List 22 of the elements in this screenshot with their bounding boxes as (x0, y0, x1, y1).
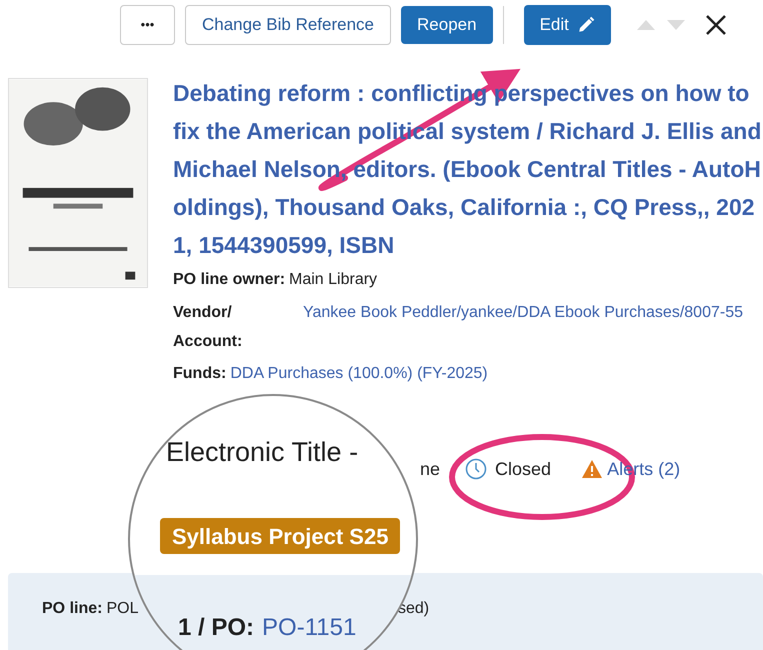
magnified-heading: Electronic Title - (166, 436, 358, 469)
field-value: Main Library (289, 270, 378, 290)
po-label: 1 / PO: (178, 613, 254, 643)
field-label: Funds: (173, 364, 226, 384)
tag-label: Syllabus Project S25 (160, 518, 400, 554)
field-label: Vendor/ Account: (173, 303, 244, 352)
clock-icon (465, 458, 488, 480)
status-text: ne (420, 458, 440, 480)
field-label: PO line owner: (173, 270, 286, 290)
change-reference-button[interactable]: Change Bib Reference (185, 5, 392, 45)
po-link[interactable]: PO-1151 (262, 610, 356, 646)
warning-icon (581, 459, 604, 479)
fund-link[interactable]: DDA Purchases (100.0%) (FY-2025) (230, 362, 488, 386)
po-line-value: POL (106, 599, 138, 619)
pencil-icon (576, 16, 595, 34)
more-button[interactable]: ••• (120, 5, 175, 45)
vendor-link[interactable]: Yankee Book Peddler/yankee/DDA Ebook Purchases/8007-55 (303, 298, 758, 356)
reopen-button[interactable]: Reopen (401, 6, 493, 44)
edit-button[interactable]: Edit (524, 5, 611, 45)
close-icon[interactable] (704, 14, 727, 36)
po-line-label: PO line: (42, 599, 102, 619)
status-label: Closed (495, 458, 552, 480)
